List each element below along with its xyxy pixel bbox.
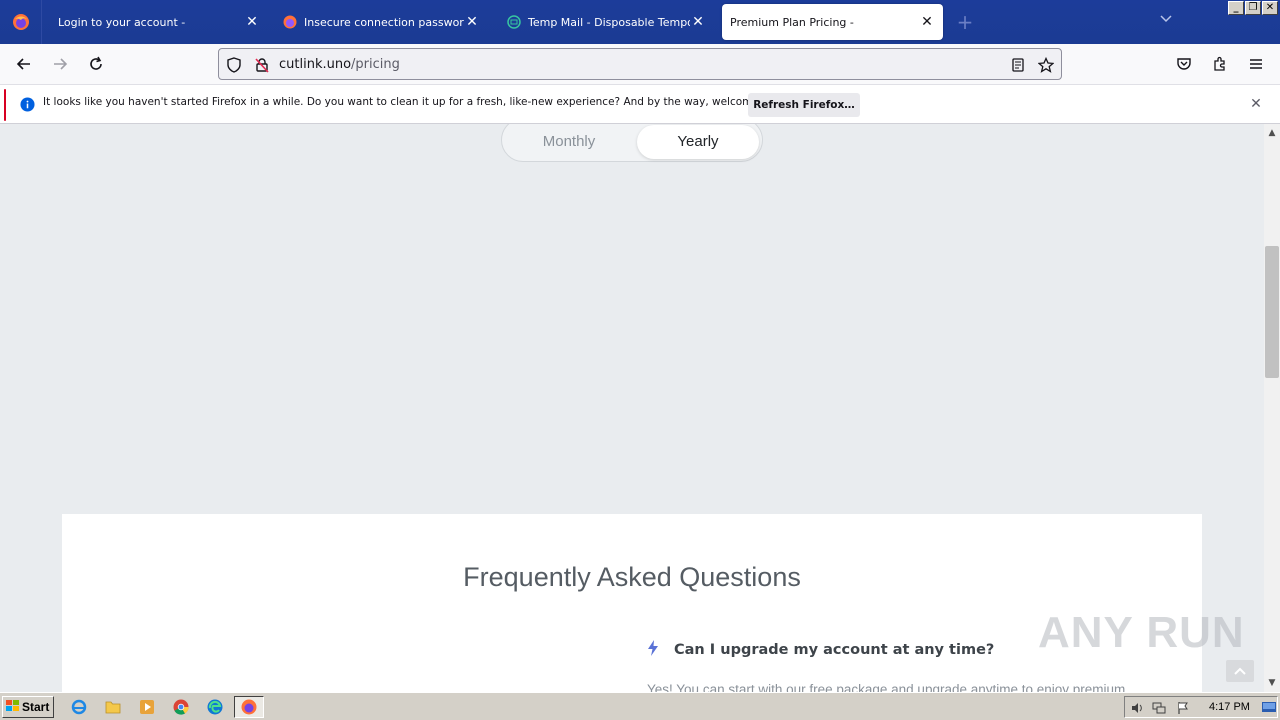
faq-question-item: Can I upgrade my account at any time? (646, 640, 994, 660)
forward-icon[interactable] (48, 52, 72, 76)
back-to-top-button[interactable] (1226, 660, 1254, 682)
tab-temp-mail[interactable]: Temp Mail - Disposable Temporary E ✕ (498, 4, 714, 40)
refresh-firefox-notification: It looks like you haven't started Firefo… (0, 84, 1280, 124)
insecure-lock-icon[interactable] (253, 56, 271, 74)
billing-period-toggle: Monthly Yearly (501, 124, 763, 162)
vertical-scrollbar[interactable]: ▲ ▼ (1264, 124, 1280, 692)
tab-premium-pricing[interactable]: Premium Plan Pricing - ✕ (722, 4, 943, 40)
chrome-icon[interactable] (172, 698, 190, 716)
tab-login[interactable]: Login to your account - ✕ (44, 4, 268, 40)
url-bar[interactable]: cutlink.uno/pricing (218, 48, 1062, 80)
show-desktop-icon[interactable] (1261, 700, 1277, 716)
reader-view-icon[interactable] (1009, 56, 1027, 74)
start-label: Start (22, 700, 50, 714)
page-content: Monthly Yearly Frequently Asked Question… (0, 124, 1264, 692)
restore-icon[interactable]: ❐ (1245, 1, 1261, 15)
close-tab-icon[interactable]: ✕ (464, 14, 480, 30)
flag-icon[interactable] (1175, 700, 1191, 716)
close-tab-icon[interactable]: ✕ (919, 14, 935, 30)
scroll-up-icon[interactable]: ▲ (1267, 128, 1277, 138)
url-host: cutlink.uno (279, 57, 352, 72)
lightning-bolt-icon (646, 640, 660, 660)
faq-title: Frequently Asked Questions (463, 562, 801, 592)
tempmail-icon (506, 14, 522, 30)
minimize-icon[interactable]: _ (1228, 1, 1244, 15)
monthly-option[interactable]: Monthly (514, 125, 624, 159)
info-icon (20, 97, 36, 113)
tab-title: Login to your account - (58, 15, 186, 29)
new-tab-button[interactable]: + (953, 10, 977, 34)
system-tray: 4:17 PM (1124, 696, 1278, 718)
tab-insecure-connection[interactable]: Insecure connection password war ✕ (274, 4, 488, 40)
url-text[interactable]: cutlink.uno/pricing (279, 57, 400, 72)
url-path: /pricing (351, 57, 400, 72)
close-icon[interactable]: ✕ (1248, 96, 1264, 112)
faq-section: Frequently Asked Questions Can I upgrade… (62, 514, 1202, 692)
firefox-icon (282, 14, 298, 30)
edge-icon[interactable] (206, 698, 224, 716)
extensions-icon[interactable] (1208, 52, 1232, 76)
window-controls: _ ❐ ✕ (1228, 1, 1278, 15)
tab-title: Premium Plan Pricing - (730, 15, 854, 29)
network-icon[interactable] (1151, 700, 1167, 716)
close-tab-icon[interactable]: ✕ (690, 14, 706, 30)
close-window-icon[interactable]: ✕ (1262, 1, 1278, 15)
start-button[interactable]: Start (2, 696, 54, 718)
windows-taskbar: Start 4:17 PM (0, 692, 1280, 720)
list-all-tabs-icon[interactable] (1156, 12, 1176, 32)
internet-explorer-icon[interactable] (70, 698, 88, 716)
close-tab-icon[interactable]: ✕ (244, 14, 260, 30)
chevron-up-icon (1234, 667, 1246, 675)
firefox-taskbar-icon[interactable] (234, 696, 264, 718)
hamburger-menu-icon[interactable] (1244, 52, 1268, 76)
tab-strip: Login to your account - ✕ Insecure conne… (0, 0, 1280, 44)
volume-icon[interactable] (1129, 700, 1145, 716)
yearly-option[interactable]: Yearly (637, 125, 759, 159)
faq-answer: Yes! You can start with our free package… (647, 682, 1126, 692)
navigation-toolbar: cutlink.uno/pricing (0, 44, 1280, 84)
clock: 4:17 PM (1209, 701, 1250, 713)
scrollbar-thumb[interactable] (1265, 246, 1279, 378)
bookmark-star-icon[interactable] (1037, 56, 1055, 74)
tab-title: Temp Mail - Disposable Temporary E (528, 15, 690, 29)
back-icon[interactable] (12, 52, 36, 76)
scroll-down-icon[interactable]: ▼ (1267, 678, 1277, 688)
shield-icon[interactable] (225, 56, 243, 74)
firefox-menu-icon[interactable] (0, 0, 42, 44)
reload-icon[interactable] (84, 52, 108, 76)
file-explorer-icon[interactable] (104, 698, 122, 716)
media-player-icon[interactable] (138, 698, 156, 716)
notification-message: It looks like you haven't started Firefo… (43, 96, 792, 108)
windows-logo-icon (6, 699, 20, 715)
pocket-icon[interactable] (1172, 52, 1196, 76)
tab-title: Insecure connection password war (304, 15, 464, 29)
faq-question: Can I upgrade my account at any time? (674, 642, 995, 658)
refresh-firefox-button[interactable]: Refresh Firefox… (748, 93, 860, 117)
anyrun-watermark: ANY RUN (1038, 608, 1245, 657)
